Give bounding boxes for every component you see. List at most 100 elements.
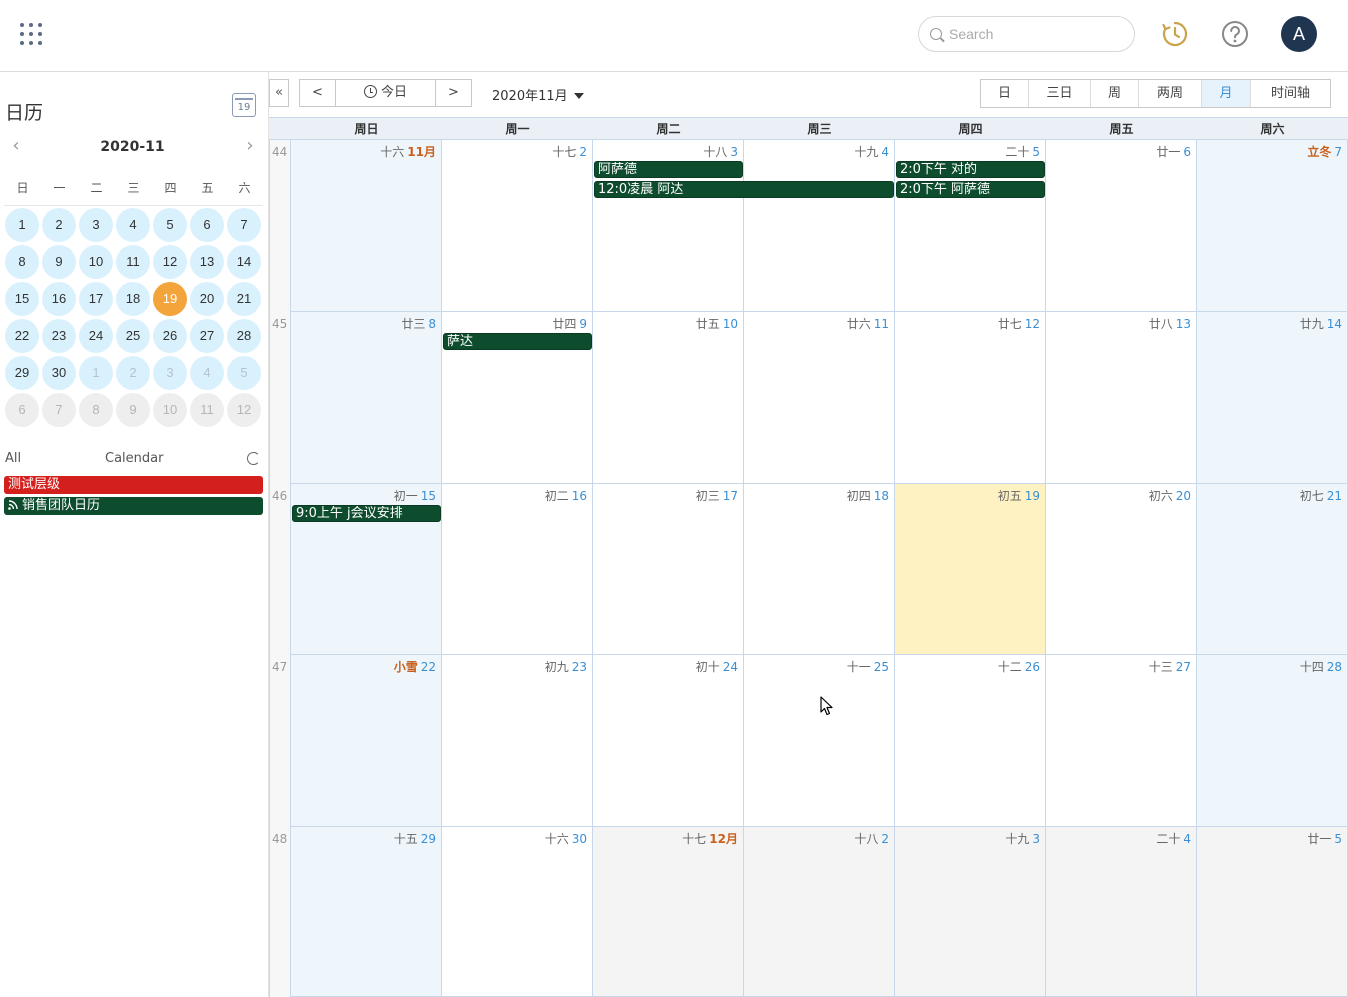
day-cell[interactable]: 十六 11月	[291, 140, 442, 312]
day-cell[interactable]: 十七 12月	[593, 827, 744, 997]
view-button[interactable]: 时间轴	[1251, 80, 1330, 107]
mini-day[interactable]: 29	[5, 356, 39, 390]
day-cell[interactable]: 十九 3	[895, 827, 1046, 997]
calendar-item-sales[interactable]: 销售团队日历	[4, 497, 263, 515]
day-cell[interactable]: 十四 28	[1197, 655, 1348, 827]
day-cell[interactable]: 廿八 13	[1046, 312, 1197, 484]
day-cell[interactable]: 十二 26	[895, 655, 1046, 827]
mini-day[interactable]: 24	[79, 319, 113, 353]
view-button[interactable]: 两周	[1139, 80, 1202, 107]
mini-day[interactable]: 12	[153, 245, 187, 279]
next-button[interactable]: >	[436, 80, 471, 106]
calendar-item-test[interactable]: 测试层级	[4, 476, 263, 494]
calendar-event[interactable]: 2:0下午 阿萨德	[896, 181, 1045, 198]
mini-day[interactable]: 28	[227, 319, 261, 353]
mini-day[interactable]: 3	[153, 356, 187, 390]
day-cell[interactable]: 十一 25	[744, 655, 895, 827]
mini-day[interactable]: 16	[42, 282, 76, 316]
mini-day[interactable]: 10	[79, 245, 113, 279]
day-cell[interactable]: 初九 23	[442, 655, 593, 827]
mini-day[interactable]: 25	[116, 319, 150, 353]
day-cell[interactable]: 二十 4	[1046, 827, 1197, 997]
day-cell[interactable]: 初十 24	[593, 655, 744, 827]
prev-button[interactable]: <	[300, 80, 335, 106]
day-cell[interactable]: 廿九 14	[1197, 312, 1348, 484]
day-cell[interactable]: 廿五 10	[593, 312, 744, 484]
mini-day[interactable]: 1	[5, 208, 39, 242]
day-cell[interactable]: 廿一 6	[1046, 140, 1197, 312]
mini-day[interactable]: 4	[116, 208, 150, 242]
view-button[interactable]: 日	[981, 80, 1029, 107]
mini-day[interactable]: 3	[79, 208, 113, 242]
day-cell[interactable]: 十五 29	[291, 827, 442, 997]
mini-day[interactable]: 6	[190, 208, 224, 242]
mini-day[interactable]: 7	[227, 208, 261, 242]
help-icon[interactable]	[1221, 20, 1249, 48]
view-button[interactable]: 三日	[1029, 80, 1091, 107]
search-box[interactable]	[918, 16, 1135, 52]
mini-day[interactable]: 4	[190, 356, 224, 390]
mini-day[interactable]: 7	[42, 393, 76, 427]
calendar-event[interactable]: 萨达	[443, 333, 592, 350]
day-cell[interactable]: 小雪 22	[291, 655, 442, 827]
mini-day[interactable]: 9	[116, 393, 150, 427]
mini-day[interactable]: 30	[42, 356, 76, 390]
mini-day[interactable]: 1	[79, 356, 113, 390]
mini-day[interactable]: 13	[190, 245, 224, 279]
mini-day[interactable]: 5	[227, 356, 261, 390]
mini-day[interactable]: 27	[190, 319, 224, 353]
day-cell[interactable]: 初七 21	[1197, 484, 1348, 655]
mini-day[interactable]: 5	[153, 208, 187, 242]
mini-day[interactable]: 14	[227, 245, 261, 279]
day-cell[interactable]: 初四 18	[744, 484, 895, 655]
day-cell[interactable]: 廿一 5	[1197, 827, 1348, 997]
mini-day[interactable]: 8	[79, 393, 113, 427]
view-button[interactable]: 月	[1202, 80, 1251, 107]
mini-prev-month-button[interactable]: ‹	[8, 137, 24, 155]
day-cell[interactable]: 廿七 12	[895, 312, 1046, 484]
mini-day[interactable]: 21	[227, 282, 261, 316]
day-cell[interactable]: 十九 4	[744, 140, 895, 312]
mini-day[interactable]: 12	[227, 393, 261, 427]
month-picker[interactable]: 2020年11月	[492, 85, 584, 104]
calendar-event[interactable]: 阿萨德	[594, 161, 743, 178]
today-button[interactable]: 今日	[335, 80, 436, 106]
mini-day[interactable]: 18	[116, 282, 150, 316]
day-cell[interactable]: 十六 30	[442, 827, 593, 997]
mini-day[interactable]: 11	[116, 245, 150, 279]
mini-day[interactable]: 8	[5, 245, 39, 279]
collapse-sidebar-button[interactable]: «	[269, 79, 289, 107]
apps-grid-icon[interactable]	[20, 23, 42, 45]
mini-day[interactable]: 2	[42, 208, 76, 242]
search-input[interactable]	[949, 24, 1119, 44]
mini-day[interactable]: 15	[5, 282, 39, 316]
day-cell[interactable]: 初六 20	[1046, 484, 1197, 655]
mini-day[interactable]: 20	[190, 282, 224, 316]
day-cell[interactable]: 十八 2	[744, 827, 895, 997]
mini-day[interactable]: 2	[116, 356, 150, 390]
mini-day-today[interactable]: 19	[153, 282, 187, 316]
mini-day[interactable]: 23	[42, 319, 76, 353]
day-cell-today[interactable]: 初五 19	[895, 484, 1046, 655]
history-icon[interactable]	[1161, 20, 1189, 48]
mini-day[interactable]: 9	[42, 245, 76, 279]
calendar-event[interactable]: 12:0凌晨 阿达	[594, 181, 894, 198]
mini-next-month-button[interactable]: ›	[242, 137, 258, 155]
mini-day[interactable]: 26	[153, 319, 187, 353]
mini-day[interactable]: 6	[5, 393, 39, 427]
day-cell[interactable]: 十七 2	[442, 140, 593, 312]
avatar[interactable]: A	[1281, 16, 1317, 52]
calendar-today-icon[interactable]: 19	[232, 93, 256, 117]
day-cell[interactable]: 十三 27	[1046, 655, 1197, 827]
day-cell[interactable]: 初三 17	[593, 484, 744, 655]
day-cell[interactable]: 立冬 7	[1197, 140, 1348, 312]
refresh-icon[interactable]	[247, 452, 260, 465]
mini-day[interactable]: 11	[190, 393, 224, 427]
calendar-event[interactable]: 9:0上午 j会议安排	[292, 505, 441, 522]
day-cell[interactable]: 廿六 11	[744, 312, 895, 484]
mini-day[interactable]: 17	[79, 282, 113, 316]
all-calendars-toggle[interactable]: All	[5, 451, 21, 466]
calendar-event[interactable]: 2:0下午 对的	[896, 161, 1045, 178]
mini-day[interactable]: 22	[5, 319, 39, 353]
view-button[interactable]: 周	[1091, 80, 1139, 107]
